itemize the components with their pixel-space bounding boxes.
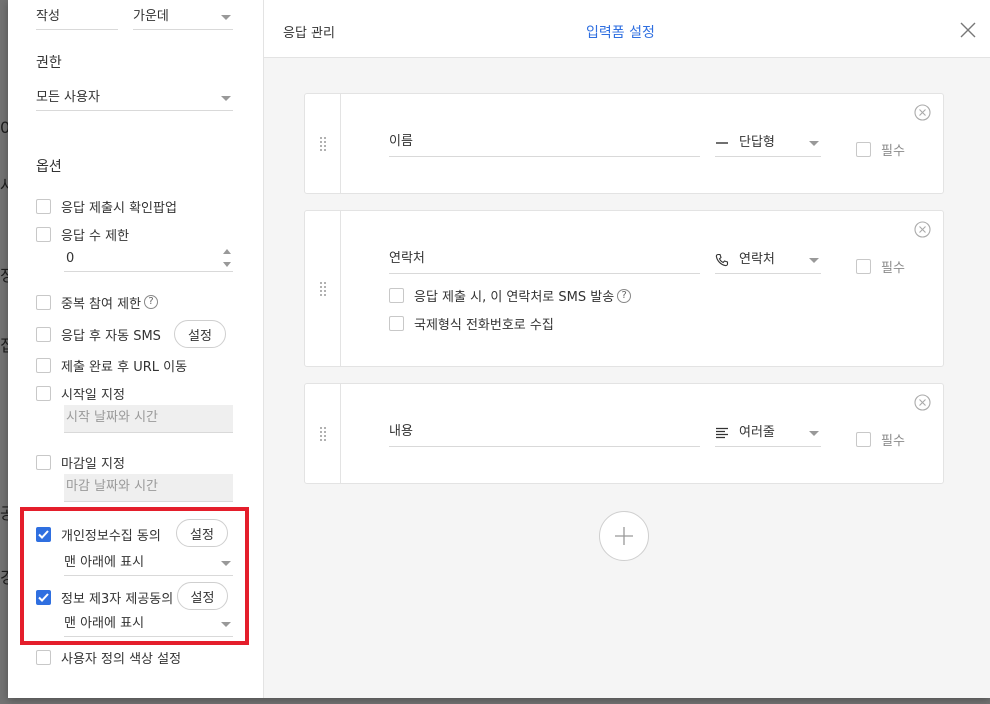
field-type-select[interactable]: 연락처	[715, 246, 821, 274]
multiline-icon	[715, 426, 729, 440]
permission-title: 권한	[36, 55, 62, 71]
option-label: 응답 후 자동 SMS	[61, 328, 161, 344]
field-type-select[interactable]: 단답형	[715, 129, 821, 157]
field-card-contact: 연락처 연락처 필수 응답 제출 시, 이 연락처로 SMS 발송 ? 국제형식…	[304, 210, 944, 367]
field-card-content: 내용 여러줄 필수	[304, 383, 944, 484]
checkbox[interactable]	[36, 649, 51, 665]
required-toggle[interactable]: 필수	[856, 140, 905, 159]
required-toggle[interactable]: 필수	[856, 257, 905, 276]
checkbox[interactable]	[36, 385, 51, 401]
chevron-down-icon	[221, 15, 231, 20]
limit-count-value: 0	[66, 251, 75, 266]
permission-select[interactable]: 모든 사용자	[36, 87, 233, 111]
auto-sms-settings-button[interactable]: 설정	[174, 320, 226, 348]
option-label: 시작일 지정	[61, 387, 125, 403]
stepper-up-icon[interactable]	[223, 249, 231, 254]
option-label: 응답 제출 시, 이 연락처로 SMS 발송	[414, 290, 615, 305]
drag-handle-icon	[319, 281, 326, 296]
option-label: 중복 참여 제한	[61, 296, 142, 312]
close-icon[interactable]	[958, 20, 978, 40]
stepper-down-icon[interactable]	[223, 262, 231, 267]
option-label: 응답 제출시 확인팝업	[61, 200, 177, 216]
option-sms-to-contact[interactable]: 응답 제출 시, 이 연락처로 SMS 발송 ?	[389, 286, 632, 305]
start-date-input[interactable]: 시작 날짜와 시간	[64, 405, 233, 433]
field-label-input[interactable]: 내용	[389, 419, 700, 447]
checkbox[interactable]	[36, 226, 51, 242]
drag-handle-icon	[319, 426, 326, 441]
drag-handle-icon	[319, 136, 326, 151]
drag-handle[interactable]	[305, 211, 341, 366]
chevron-down-icon	[809, 258, 819, 263]
option-label: 사용자 정의 색상 설정	[61, 651, 182, 667]
drag-handle[interactable]	[305, 94, 341, 193]
checkbox[interactable]	[856, 432, 871, 447]
phone-icon	[715, 253, 729, 267]
option-auto-sms[interactable]: 응답 후 자동 SMS	[36, 324, 161, 344]
option-international-format[interactable]: 국제형식 전화번호로 수집	[389, 314, 554, 333]
checkbox[interactable]	[36, 294, 51, 310]
option-label: 제출 완료 후 URL 이동	[61, 359, 188, 375]
option-label: 마감일 지정	[61, 456, 125, 472]
option-no-duplicate[interactable]: 중복 참여 제한 ?	[36, 292, 159, 312]
required-label: 필수	[881, 144, 905, 159]
help-icon[interactable]: ?	[617, 288, 632, 303]
required-label: 필수	[881, 261, 905, 276]
option-redirect-url[interactable]: 제출 완료 후 URL 이동	[36, 355, 187, 375]
tab-form-settings[interactable]: 입력폼 설정	[586, 22, 655, 42]
alignment-select[interactable]: 가운데	[133, 6, 233, 30]
option-label: 응답 수 제한	[61, 228, 130, 244]
top-left-value: 작성	[36, 9, 60, 24]
option-label: 국제형식 전화번호로 수집	[414, 318, 554, 333]
checkbox[interactable]	[36, 357, 51, 373]
chevron-down-icon	[809, 141, 819, 146]
delete-field-icon[interactable]	[914, 394, 931, 411]
modal-header: 응답 관리 입력폼 설정	[264, 0, 990, 58]
plus-icon	[615, 527, 633, 545]
option-custom-color[interactable]: 사용자 정의 색상 설정	[36, 647, 181, 667]
field-label-input[interactable]: 이름	[389, 129, 700, 157]
tab-responses[interactable]: 응답 관리	[283, 22, 335, 41]
permission-value: 모든 사용자	[36, 90, 100, 105]
form-editor: 응답 관리 입력폼 설정 이름 단답형 필수 연락처 연락처 필수 응답 제출 …	[264, 0, 990, 698]
options-title: 옵션	[36, 159, 62, 175]
help-icon[interactable]: ?	[144, 295, 159, 309]
alignment-value: 가운데	[133, 9, 169, 24]
add-field-button[interactable]	[599, 511, 649, 561]
top-left-select[interactable]: 작성	[36, 6, 118, 30]
delete-field-icon[interactable]	[914, 104, 931, 121]
drag-handle[interactable]	[305, 384, 341, 483]
checkbox[interactable]	[36, 454, 51, 470]
end-date-input[interactable]: 마감 날짜와 시간	[64, 474, 233, 502]
field-card-name: 이름 단답형 필수	[304, 93, 944, 194]
chevron-down-icon	[809, 431, 819, 436]
short-answer-icon	[715, 136, 729, 150]
field-type-value: 단답형	[739, 134, 775, 150]
field-label-input[interactable]: 연락처	[389, 246, 700, 274]
form-settings-modal: 작성 가운데 권한 모든 사용자 옵션 응답 제출시 확인팝업 응답 수 제한 …	[8, 0, 990, 698]
checkbox[interactable]	[389, 316, 404, 331]
checkbox[interactable]	[389, 288, 404, 303]
option-limit-count[interactable]: 응답 수 제한	[36, 224, 129, 244]
field-type-select[interactable]: 여러줄	[715, 419, 821, 447]
delete-field-icon[interactable]	[914, 221, 931, 238]
settings-panel: 작성 가운데 권한 모든 사용자 옵션 응답 제출시 확인팝업 응답 수 제한 …	[8, 0, 264, 698]
checkbox[interactable]	[856, 142, 871, 157]
limit-count-stepper[interactable]: 0	[64, 248, 233, 272]
required-label: 필수	[881, 434, 905, 449]
chevron-down-icon	[221, 96, 231, 101]
checkbox[interactable]	[36, 326, 51, 342]
field-type-value: 여러줄	[739, 424, 775, 440]
option-end-date[interactable]: 마감일 지정	[36, 452, 125, 472]
field-type-value: 연락처	[739, 251, 775, 267]
required-toggle[interactable]: 필수	[856, 430, 905, 449]
option-confirm-popup[interactable]: 응답 제출시 확인팝업	[36, 196, 177, 216]
checkbox[interactable]	[36, 198, 51, 214]
checkbox[interactable]	[856, 259, 871, 274]
highlight-box	[20, 507, 249, 645]
option-start-date[interactable]: 시작일 지정	[36, 383, 125, 403]
